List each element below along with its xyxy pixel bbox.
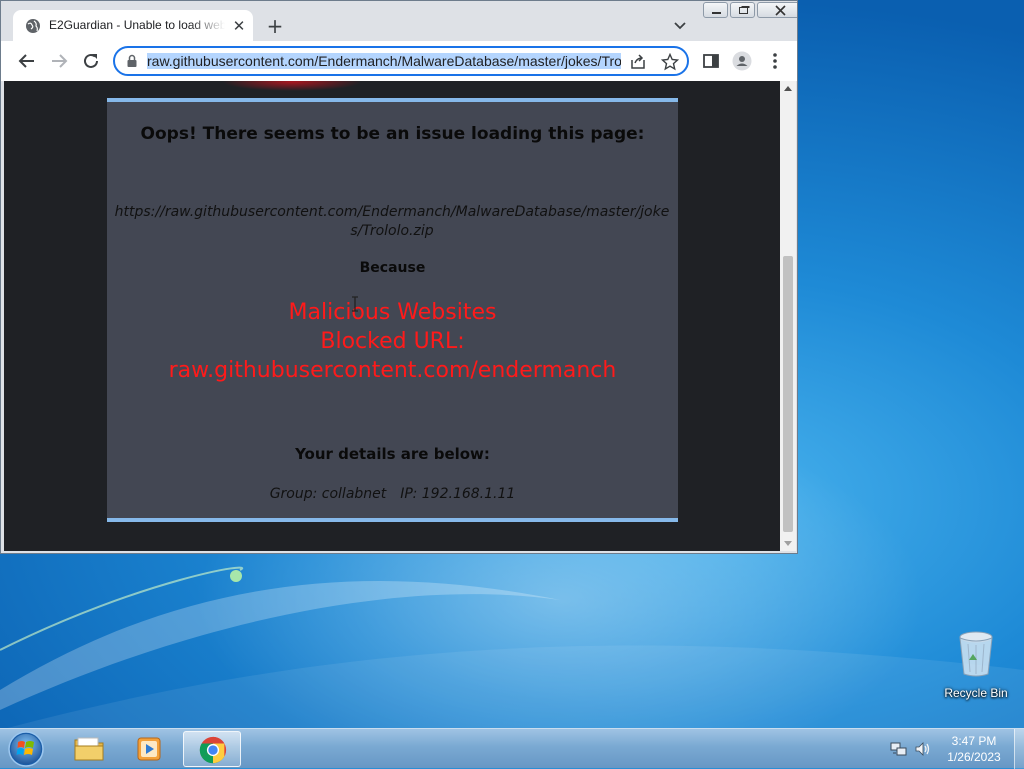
window-controls: [703, 2, 797, 20]
browser-tab[interactable]: E2Guardian - Unable to load web page ✕: [13, 10, 253, 41]
back-arrow-icon[interactable]: [17, 51, 37, 71]
kebab-menu-icon[interactable]: [765, 51, 785, 71]
taskbar-media-player[interactable]: [121, 731, 179, 767]
browser-window: E2Guardian - Unable to load web page ✕ +: [0, 0, 798, 554]
forward-arrow-icon[interactable]: [49, 51, 69, 71]
header-logo-glow: [222, 81, 362, 91]
block-message-panel: Oops! There seems to be an issue loading…: [107, 98, 678, 522]
clock-date: 1/26/2023: [947, 750, 1001, 764]
scrollbar-thumb[interactable]: [783, 256, 793, 532]
bookmark-star-icon[interactable]: [661, 53, 679, 71]
new-tab-button[interactable]: +: [263, 14, 287, 38]
minimize-button[interactable]: [703, 2, 728, 18]
recycle-bin-label: Recycle Bin: [944, 686, 1008, 700]
url-text[interactable]: raw.githubusercontent.com/Endermanch/Mal…: [147, 52, 621, 70]
reload-icon[interactable]: [81, 51, 101, 71]
lock-icon[interactable]: [125, 54, 139, 68]
taskbar-chrome[interactable]: [183, 731, 241, 767]
user-details: Group: collabnet IP: 192.168.1.11: [107, 486, 678, 502]
restore-icon: [739, 6, 750, 14]
globe-icon: [26, 19, 40, 33]
block-reason: Malicious Websites Blocked URL: raw.gith…: [107, 298, 678, 385]
address-bar[interactable]: raw.githubusercontent.com/Endermanch/Mal…: [113, 46, 689, 76]
text-cursor-icon: [352, 296, 358, 312]
tab-title: E2Guardian - Unable to load web page: [49, 18, 225, 32]
browser-toolbar: raw.githubusercontent.com/Endermanch/Mal…: [1, 41, 797, 81]
share-icon[interactable]: [629, 53, 647, 71]
group-info: Group: collabnet: [269, 486, 387, 502]
taskbar-file-explorer[interactable]: [60, 731, 118, 767]
block-category: Malicious Websites: [288, 300, 497, 325]
network-icon[interactable]: [890, 740, 908, 758]
details-heading: Your details are below:: [295, 445, 490, 463]
error-heading: Oops! There seems to be an issue loading…: [140, 124, 645, 144]
tab-strip: E2Guardian - Unable to load web page ✕ +: [1, 1, 797, 41]
chrome-icon: [199, 736, 227, 764]
wallpaper-swoosh: [0, 566, 1024, 728]
clock-time: 3:47 PM: [951, 734, 997, 748]
minimize-icon: [712, 12, 721, 14]
taskbar: 3:47 PM 1/26/2023: [0, 728, 1024, 769]
tab-close-icon[interactable]: ✕: [229, 16, 249, 36]
close-button[interactable]: [757, 2, 797, 18]
media-player-icon: [137, 737, 161, 761]
because-label: Because: [359, 260, 426, 276]
maximize-button[interactable]: [730, 2, 755, 18]
clock[interactable]: 3:47 PM 1/26/2023: [936, 733, 1012, 765]
recycle-bin-shortcut[interactable]: Recycle Bin: [940, 630, 1012, 700]
folder-icon: [74, 737, 104, 761]
vertical-scrollbar[interactable]: [780, 81, 796, 551]
ip-info: IP: 192.168.1.11: [400, 486, 516, 502]
scroll-up-icon[interactable]: [780, 81, 796, 97]
start-button[interactable]: [4, 730, 48, 768]
close-icon: [775, 5, 786, 16]
blocked-url-text: https://raw.githubusercontent.com/Enderm…: [114, 204, 670, 239]
volume-icon[interactable]: [914, 740, 932, 758]
tab-search-chevron-icon[interactable]: [671, 17, 689, 35]
scroll-down-icon[interactable]: [780, 535, 796, 551]
page-viewport: Oops! There seems to be an issue loading…: [4, 81, 780, 551]
side-panel-icon[interactable]: [701, 51, 721, 71]
show-desktop-button[interactable]: [1014, 729, 1024, 769]
blocked-url-label: Blocked URL:: [320, 329, 465, 354]
profile-avatar-icon[interactable]: [732, 51, 752, 71]
blocked-domain: raw.githubusercontent.com/endermanch: [168, 358, 617, 383]
recycle-bin-icon: [959, 631, 993, 677]
